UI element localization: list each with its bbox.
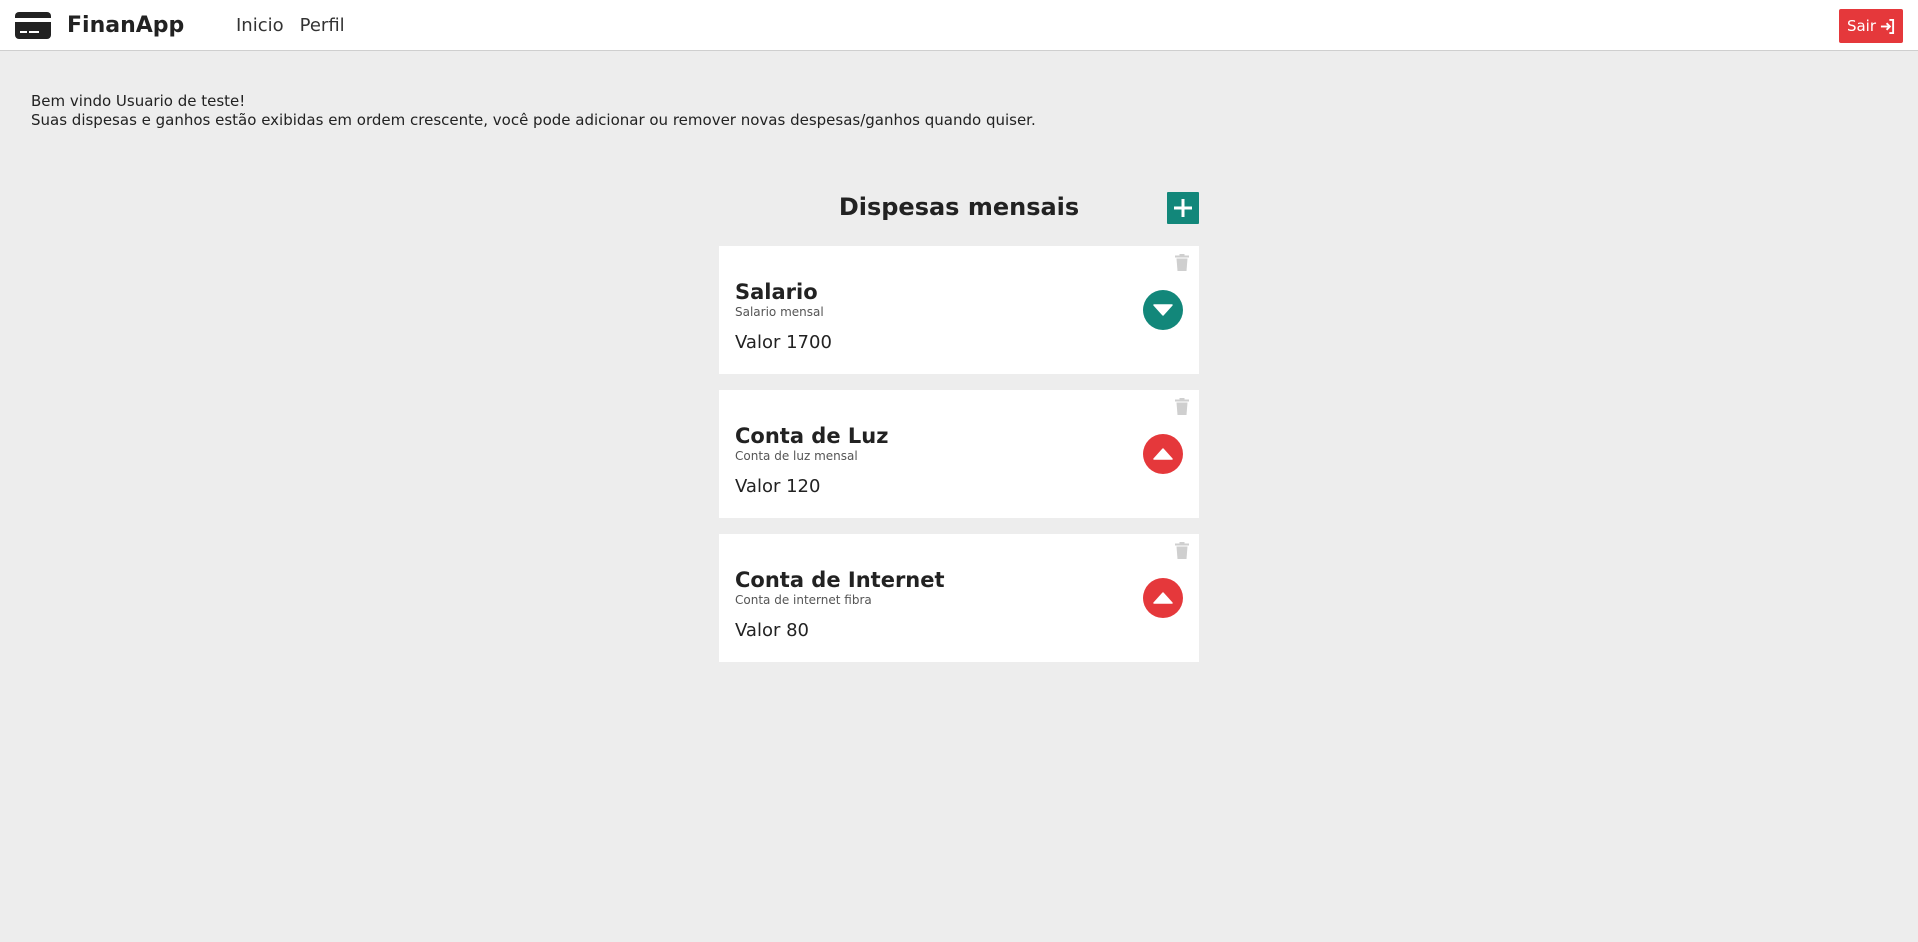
welcome-line: Bem vindo Usuario de teste! (31, 92, 246, 110)
welcome-description: Suas dispesas e ganhos estão exibidas em… (31, 111, 1036, 129)
entry-title: Conta de Internet (735, 568, 945, 592)
trash-icon[interactable] (1175, 254, 1189, 271)
entry-description: Conta de internet fibra (735, 593, 872, 607)
caret-up-icon (1153, 592, 1173, 604)
expense-toggle-button[interactable] (1143, 434, 1183, 474)
entry-description: Salario mensal (735, 305, 824, 319)
entry-value: Valor 80 (735, 620, 809, 641)
trash-icon[interactable] (1175, 398, 1189, 415)
section-title: Dispesas mensais (838, 193, 1080, 221)
sign-out-icon (1880, 18, 1895, 34)
entry-description: Conta de luz mensal (735, 449, 858, 463)
caret-up-icon (1153, 448, 1173, 460)
expense-toggle-button[interactable] (1143, 578, 1183, 618)
entry-value: Valor 120 (735, 476, 821, 497)
entry-title: Salario (735, 280, 818, 304)
welcome-message: Bem vindo Usuario de teste! Suas dispesa… (31, 92, 1036, 130)
nav-link-perfil[interactable]: Perfil (300, 15, 345, 36)
plus-icon (1174, 199, 1192, 217)
credit-card-icon (15, 12, 51, 39)
brand-name: FinanApp (67, 13, 185, 38)
entry-value: Valor 1700 (735, 332, 832, 353)
navbar: FinanApp Inicio Perfil Sair (0, 0, 1918, 51)
income-toggle-button[interactable] (1143, 290, 1183, 330)
entry-card: Salario Salario mensal Valor 1700 (719, 246, 1199, 374)
entry-title: Conta de Luz (735, 424, 889, 448)
logout-button[interactable]: Sair (1839, 9, 1903, 43)
logout-label: Sair (1846, 17, 1877, 35)
add-entry-button[interactable] (1167, 192, 1199, 224)
brand-link[interactable]: FinanApp (15, 0, 184, 51)
nav-links: Inicio Perfil (236, 0, 361, 51)
entry-card: Conta de Luz Conta de luz mensal Valor 1… (719, 390, 1199, 518)
caret-down-icon (1153, 304, 1173, 316)
trash-icon[interactable] (1175, 542, 1189, 559)
nav-link-inicio[interactable]: Inicio (236, 15, 284, 36)
entry-card: Conta de Internet Conta de internet fibr… (719, 534, 1199, 662)
